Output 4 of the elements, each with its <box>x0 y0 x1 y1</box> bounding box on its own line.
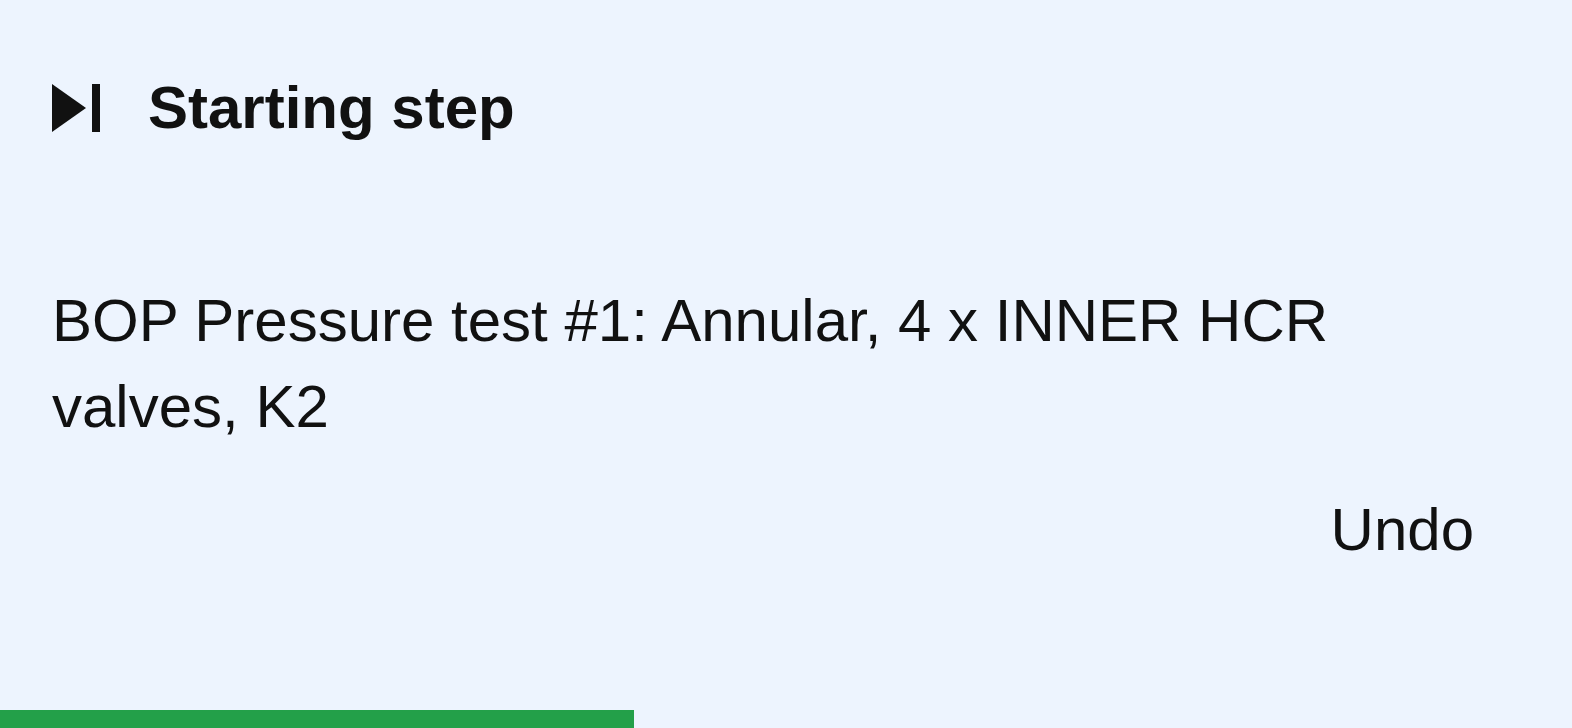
undo-button[interactable]: Undo <box>1330 500 1474 560</box>
message: BOP Pressure test #1: Annular, 4 x INNER HCR valves, K2 <box>51 286 1330 442</box>
title: Starting step <box>148 78 515 138</box>
skip-next-icon <box>52 84 102 132</box>
